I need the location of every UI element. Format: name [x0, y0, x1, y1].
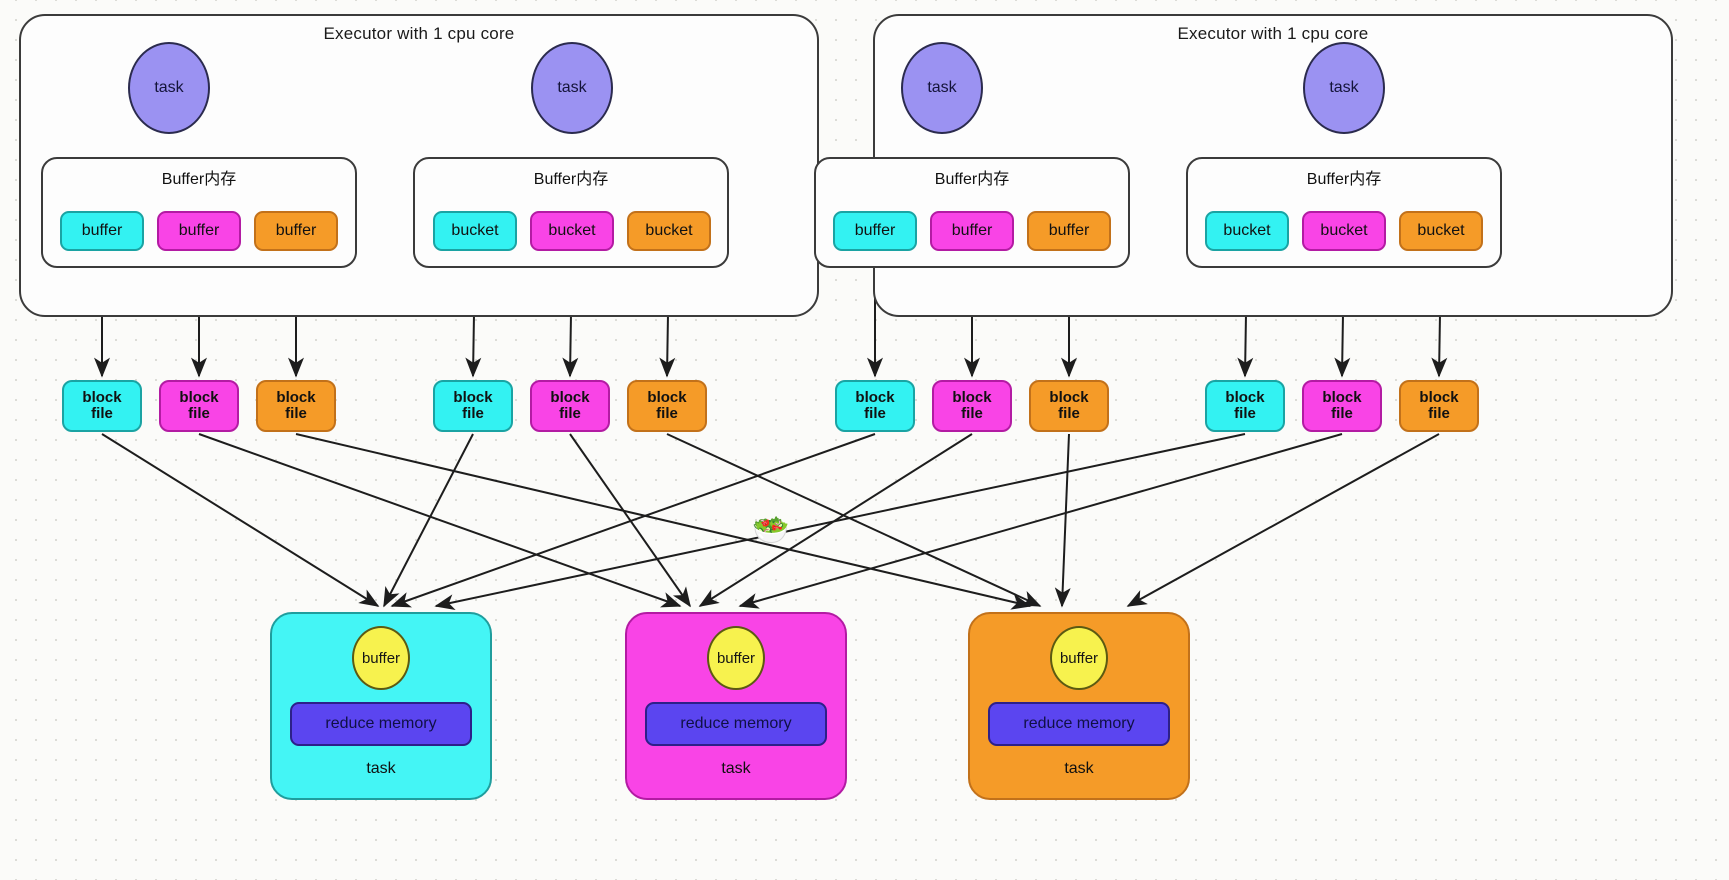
block-file-node: block file: [1029, 380, 1109, 432]
block-file-node: block file: [932, 380, 1012, 432]
buffer-cell-buffer: buffer: [60, 211, 144, 251]
edge-blockfile-to-reducetask: [666, 433, 1042, 607]
buffer-memory-label: Buffer内存: [161, 171, 237, 188]
reduce-task-box: buffer reduce memory task: [270, 612, 492, 800]
edge-blockfile-to-reducetask: [569, 433, 691, 608]
bowl-salad-emoji: 🥗: [752, 514, 790, 547]
map-task-node: task: [531, 42, 613, 134]
block-file-line2: file: [961, 405, 983, 422]
block-file-line1: block: [453, 388, 493, 406]
block-file-line1: block: [550, 388, 590, 406]
buffer-cell-bucket: bucket: [1399, 211, 1483, 251]
block-file-line1: block: [1225, 388, 1265, 406]
reduce-task-box: buffer reduce memory task: [625, 612, 847, 800]
reduce-memory-bar: reduce memory: [290, 702, 472, 746]
buffer-memory-label: Buffer内存: [1306, 171, 1382, 188]
edge-blockfile-to-reducetask: [738, 433, 1343, 609]
block-file-line2: file: [1058, 405, 1080, 422]
block-file-node: block file: [433, 380, 513, 432]
reduce-buffer-node: buffer: [352, 626, 410, 690]
edge-blockfile-to-reducetask: [434, 433, 1246, 610]
block-file-line2: file: [559, 405, 581, 422]
buffer-cell-buffer: buffer: [833, 211, 917, 251]
reduce-memory-bar: reduce memory: [988, 702, 1170, 746]
block-file-line2: file: [285, 405, 307, 422]
block-file-line2: file: [864, 405, 886, 422]
buffer-cell-buffer: buffer: [1027, 211, 1111, 251]
block-file-line2: file: [188, 405, 210, 422]
block-file-line1: block: [1049, 388, 1089, 406]
reduce-task-label: task: [366, 760, 396, 777]
reduce-task-label: task: [721, 760, 751, 777]
buffer-cell-buffer: buffer: [254, 211, 338, 251]
block-file-node: block file: [62, 380, 142, 432]
block-file-line1: block: [82, 388, 122, 406]
block-file-line2: file: [1331, 405, 1353, 422]
edge-blockfile-to-reducetask: [698, 433, 973, 607]
reduce-buffer-node: buffer: [1050, 626, 1108, 690]
edge-blockfile-to-reducetask: [1054, 433, 1071, 608]
block-file-line2: file: [656, 405, 678, 422]
reduce-task-box: buffer reduce memory task: [968, 612, 1190, 800]
map-task-node: task: [901, 42, 983, 134]
buffer-cell-bucket: bucket: [627, 211, 711, 251]
edge-blockfile-to-reducetask: [198, 433, 682, 608]
block-file-node: block file: [835, 380, 915, 432]
buffer-memory-label: Buffer内存: [934, 171, 1010, 188]
buffer-cell-bucket: bucket: [1205, 211, 1289, 251]
executor-title: Executor with 1 cpu core: [1177, 24, 1369, 43]
block-file-node: block file: [627, 380, 707, 432]
buffer-cell-buffer: buffer: [157, 211, 241, 251]
buffer-memory-label: Buffer内存: [533, 171, 609, 188]
buffer-cell-buffer: buffer: [930, 211, 1014, 251]
edge-blockfile-to-reducetask: [1126, 433, 1440, 607]
edge-blockfile-to-reducetask: [295, 433, 1032, 610]
block-file-node: block file: [159, 380, 239, 432]
edge-blockfile-to-reducetask: [383, 433, 474, 608]
buffer-cell-bucket: bucket: [433, 211, 517, 251]
map-task-node: task: [1303, 42, 1385, 134]
block-file-line1: block: [276, 388, 316, 406]
block-file-line2: file: [1234, 405, 1256, 422]
buffer-cell-bucket: bucket: [1302, 211, 1386, 251]
executor-title: Executor with 1 cpu core: [323, 24, 515, 43]
block-file-line1: block: [647, 388, 687, 406]
block-file-node: block file: [530, 380, 610, 432]
block-file-line1: block: [179, 388, 219, 406]
diagram-canvas: Executor with 1 cpu core Buffer内存 buffer bu…: [0, 0, 1729, 880]
block-file-node: block file: [1205, 380, 1285, 432]
block-file-line1: block: [855, 388, 895, 406]
block-file-line1: block: [1322, 388, 1362, 406]
block-file-line2: file: [1428, 405, 1450, 422]
block-file-line2: file: [91, 405, 113, 422]
reduce-memory-bar: reduce memory: [645, 702, 827, 746]
buffer-cell-bucket: bucket: [530, 211, 614, 251]
block-file-node: block file: [1302, 380, 1382, 432]
block-file-line1: block: [1419, 388, 1459, 406]
block-file-line1: block: [952, 388, 992, 406]
edge-blockfile-to-reducetask: [101, 433, 380, 607]
reduce-buffer-node: buffer: [707, 626, 765, 690]
block-file-line2: file: [462, 405, 484, 422]
block-file-node: block file: [256, 380, 336, 432]
edge-blockfile-to-reducetask: [390, 433, 876, 608]
reduce-task-label: task: [1064, 760, 1094, 777]
block-file-node: block file: [1399, 380, 1479, 432]
map-task-node: task: [128, 42, 210, 134]
